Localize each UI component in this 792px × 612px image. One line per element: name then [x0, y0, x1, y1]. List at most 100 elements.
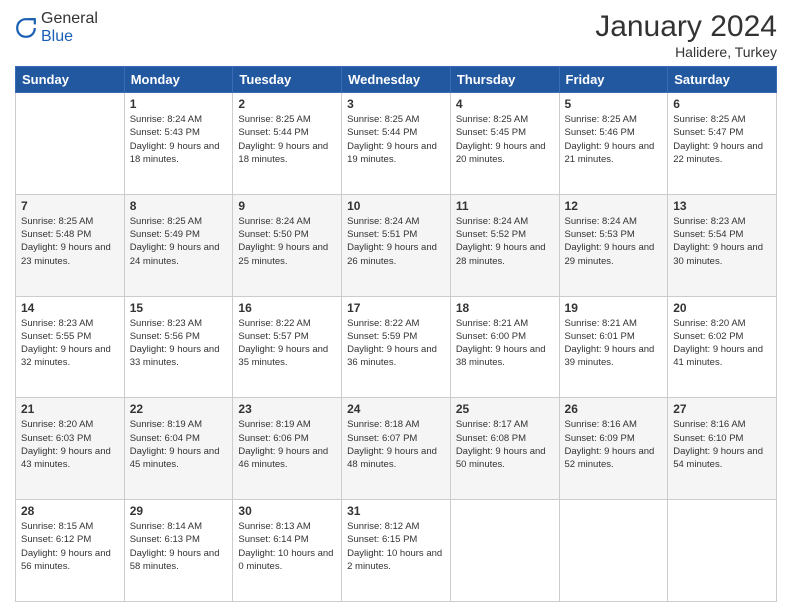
table-cell: 20Sunrise: 8:20 AMSunset: 6:02 PMDayligh…: [668, 296, 777, 398]
table-cell: 11 Sunrise: 8:24 AMSunset: 5:52 PMDayligh…: [450, 194, 559, 296]
day-info: Sunrise: 8:22 AMSunset: 5:57 PMDaylight:…: [238, 317, 336, 370]
day-info: Sunrise: 8:25 AMSunset: 5:48 PMDaylight:…: [21, 215, 119, 268]
table-cell: 14 Sunrise: 8:23 AMSunset: 5:55 PMDayligh…: [16, 296, 125, 398]
col-saturday: Saturday: [668, 67, 777, 93]
day-number: 4: [456, 97, 554, 111]
day-number: 27: [673, 402, 771, 416]
table-cell: 24Sunrise: 8:18 AMSunset: 6:07 PMDayligh…: [342, 398, 451, 500]
month-title: January 2024: [595, 10, 777, 44]
table-cell: 12 Sunrise: 8:24 AMSunset: 5:53 PMDayligh…: [559, 194, 668, 296]
day-number: 7: [21, 199, 119, 213]
table-cell: 9Sunrise: 8:24 AMSunset: 5:50 PMDaylight…: [233, 194, 342, 296]
table-cell: 19Sunrise: 8:21 AMSunset: 6:01 PMDayligh…: [559, 296, 668, 398]
day-number: 21: [21, 402, 119, 416]
calendar-row: 1 Sunrise: 8:24 AMSunset: 5:43 PMDaylight…: [16, 93, 777, 195]
logo: General Blue: [15, 10, 98, 46]
day-info: Sunrise: 8:24 AMSunset: 5:43 PMDaylight:…: [130, 113, 228, 166]
table-cell: 25Sunrise: 8:17 AMSunset: 6:08 PMDayligh…: [450, 398, 559, 500]
day-info: Sunrise: 8:24 AMSunset: 5:52 PMDaylight:…: [456, 215, 554, 268]
table-cell: 6 Sunrise: 8:25 AMSunset: 5:47 PMDaylight…: [668, 93, 777, 195]
day-info: Sunrise: 8:22 AMSunset: 5:59 PMDaylight:…: [347, 317, 445, 370]
day-number: 16: [238, 301, 336, 315]
day-info: Sunrise: 8:14 AMSunset: 6:13 PMDaylight:…: [130, 520, 228, 573]
header: General Blue January 2024 Halidere, Turk…: [15, 10, 777, 60]
day-info: Sunrise: 8:19 AMSunset: 6:04 PMDaylight:…: [130, 418, 228, 471]
table-cell: 5 Sunrise: 8:25 AMSunset: 5:46 PMDaylight…: [559, 93, 668, 195]
day-info: Sunrise: 8:16 AMSunset: 6:10 PMDaylight:…: [673, 418, 771, 471]
table-cell: 31 Sunrise: 8:12 AMSunset: 6:15 PMDayligh…: [342, 500, 451, 602]
logo-icon: [15, 17, 37, 39]
day-info: Sunrise: 8:25 AMSunset: 5:47 PMDaylight:…: [673, 113, 771, 166]
logo-text: General Blue: [41, 10, 98, 46]
day-number: 14: [21, 301, 119, 315]
table-cell: [668, 500, 777, 602]
table-cell: 29 Sunrise: 8:14 AMSunset: 6:13 PMDayligh…: [124, 500, 233, 602]
calendar-row: 7 Sunrise: 8:25 AMSunset: 5:48 PMDaylight…: [16, 194, 777, 296]
col-monday: Monday: [124, 67, 233, 93]
day-number: 8: [130, 199, 228, 213]
day-info: Sunrise: 8:13 AMSunset: 6:14 PMDaylight:…: [238, 520, 336, 573]
day-info: Sunrise: 8:25 AMSunset: 5:46 PMDaylight:…: [565, 113, 663, 166]
table-cell: [16, 93, 125, 195]
day-number: 15: [130, 301, 228, 315]
day-number: 6: [673, 97, 771, 111]
calendar-row: 28Sunrise: 8:15 AMSunset: 6:12 PMDayligh…: [16, 500, 777, 602]
col-wednesday: Wednesday: [342, 67, 451, 93]
calendar-table: Sunday Monday Tuesday Wednesday Thursday…: [15, 66, 777, 602]
col-tuesday: Tuesday: [233, 67, 342, 93]
table-cell: [559, 500, 668, 602]
calendar-header-row: Sunday Monday Tuesday Wednesday Thursday…: [16, 67, 777, 93]
page: General Blue January 2024 Halidere, Turk…: [0, 0, 792, 612]
day-number: 19: [565, 301, 663, 315]
table-cell: 10 Sunrise: 8:24 AMSunset: 5:51 PMDayligh…: [342, 194, 451, 296]
day-info: Sunrise: 8:12 AMSunset: 6:15 PMDaylight:…: [347, 520, 445, 573]
day-number: 25: [456, 402, 554, 416]
day-number: 23: [238, 402, 336, 416]
day-number: 9: [238, 199, 336, 213]
day-number: 20: [673, 301, 771, 315]
day-number: 12: [565, 199, 663, 213]
logo-general: General: [41, 10, 98, 27]
calendar-row: 14 Sunrise: 8:23 AMSunset: 5:55 PMDayligh…: [16, 296, 777, 398]
table-cell: 17 Sunrise: 8:22 AMSunset: 5:59 PMDayligh…: [342, 296, 451, 398]
table-cell: 22 Sunrise: 8:19 AMSunset: 6:04 PMDayligh…: [124, 398, 233, 500]
table-cell: 16 Sunrise: 8:22 AMSunset: 5:57 PMDayligh…: [233, 296, 342, 398]
day-number: 29: [130, 504, 228, 518]
day-number: 10: [347, 199, 445, 213]
table-cell: 27 Sunrise: 8:16 AMSunset: 6:10 PMDayligh…: [668, 398, 777, 500]
day-info: Sunrise: 8:16 AMSunset: 6:09 PMDaylight:…: [565, 418, 663, 471]
location: Halidere, Turkey: [595, 44, 777, 60]
table-cell: 28Sunrise: 8:15 AMSunset: 6:12 PMDayligh…: [16, 500, 125, 602]
day-info: Sunrise: 8:23 AMSunset: 5:56 PMDaylight:…: [130, 317, 228, 370]
day-info: Sunrise: 8:23 AMSunset: 5:54 PMDaylight:…: [673, 215, 771, 268]
day-number: 31: [347, 504, 445, 518]
day-number: 26: [565, 402, 663, 416]
table-cell: 7 Sunrise: 8:25 AMSunset: 5:48 PMDaylight…: [16, 194, 125, 296]
day-number: 1: [130, 97, 228, 111]
day-number: 24: [347, 402, 445, 416]
table-cell: 1 Sunrise: 8:24 AMSunset: 5:43 PMDaylight…: [124, 93, 233, 195]
col-sunday: Sunday: [16, 67, 125, 93]
table-cell: [450, 500, 559, 602]
day-number: 3: [347, 97, 445, 111]
table-cell: 4 Sunrise: 8:25 AMSunset: 5:45 PMDaylight…: [450, 93, 559, 195]
day-number: 11: [456, 199, 554, 213]
day-info: Sunrise: 8:24 AMSunset: 5:53 PMDaylight:…: [565, 215, 663, 268]
day-info: Sunrise: 8:25 AMSunset: 5:44 PMDaylight:…: [238, 113, 336, 166]
day-number: 17: [347, 301, 445, 315]
logo-blue: Blue: [41, 28, 73, 45]
day-number: 22: [130, 402, 228, 416]
day-number: 30: [238, 504, 336, 518]
day-info: Sunrise: 8:20 AMSunset: 6:03 PMDaylight:…: [21, 418, 119, 471]
day-info: Sunrise: 8:23 AMSunset: 5:55 PMDaylight:…: [21, 317, 119, 370]
day-number: 18: [456, 301, 554, 315]
title-block: January 2024 Halidere, Turkey: [595, 10, 777, 60]
day-info: Sunrise: 8:19 AMSunset: 6:06 PMDaylight:…: [238, 418, 336, 471]
day-info: Sunrise: 8:25 AMSunset: 5:45 PMDaylight:…: [456, 113, 554, 166]
table-cell: 23 Sunrise: 8:19 AMSunset: 6:06 PMDayligh…: [233, 398, 342, 500]
day-info: Sunrise: 8:24 AMSunset: 5:51 PMDaylight:…: [347, 215, 445, 268]
day-number: 5: [565, 97, 663, 111]
table-cell: 21 Sunrise: 8:20 AMSunset: 6:03 PMDayligh…: [16, 398, 125, 500]
day-info: Sunrise: 8:15 AMSunset: 6:12 PMDaylight:…: [21, 520, 119, 573]
day-info: Sunrise: 8:25 AMSunset: 5:44 PMDaylight:…: [347, 113, 445, 166]
